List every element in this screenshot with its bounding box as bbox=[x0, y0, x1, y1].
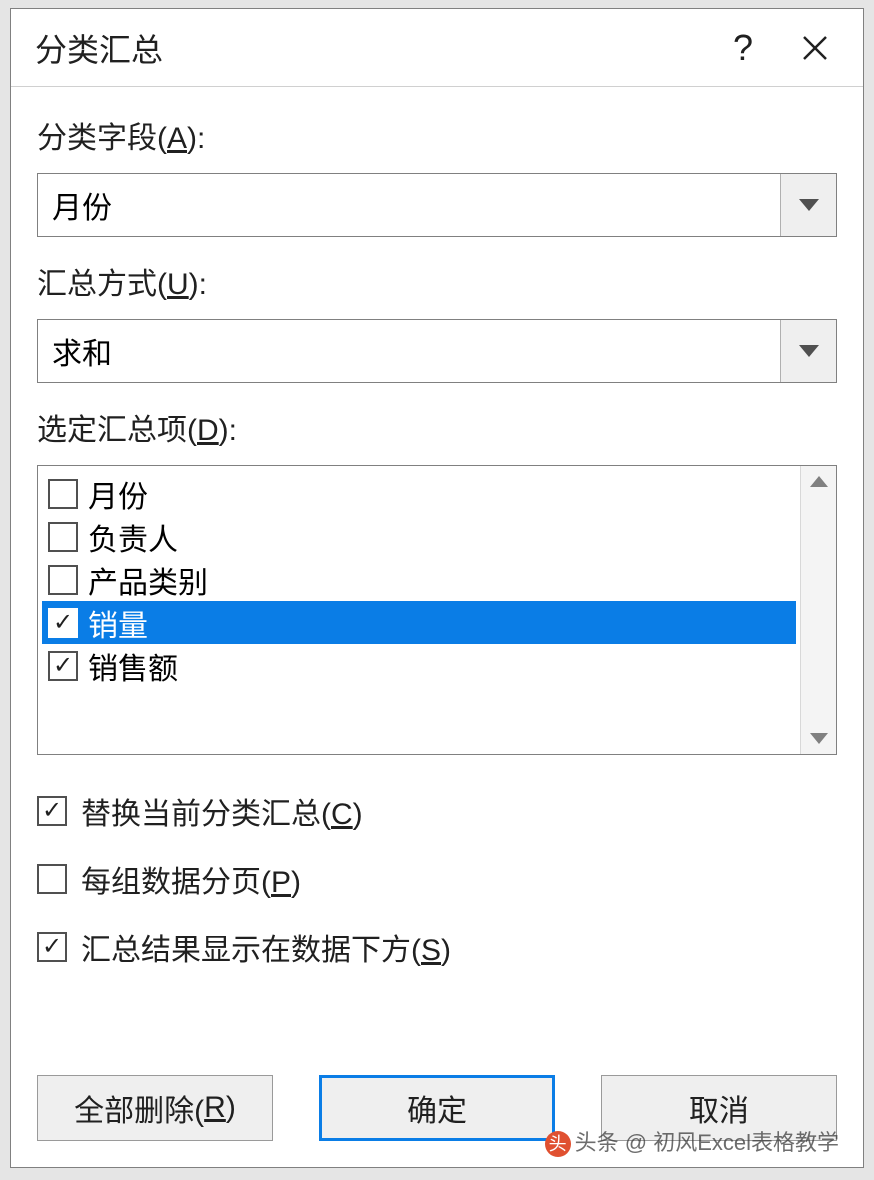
listbox-items: 月份负责人产品类别 ✓ 销量 ✓ 销售额 bbox=[38, 466, 800, 754]
summary-items-listbox[interactable]: 月份负责人产品类别 ✓ 销量 ✓ 销售额 bbox=[37, 465, 837, 755]
list-item[interactable]: 产品类别 bbox=[42, 558, 796, 601]
list-item-label: 负责人 bbox=[88, 515, 178, 559]
watermark-icon: 头 bbox=[545, 1131, 571, 1157]
summary-method-value: 求和 bbox=[38, 320, 780, 382]
list-item[interactable]: 负责人 bbox=[42, 515, 796, 558]
label-text: 选定汇总项( bbox=[37, 414, 197, 447]
accelerator-key: R bbox=[204, 1091, 226, 1125]
dialog-title: 分类汇总 bbox=[35, 25, 707, 71]
accelerator-key: S bbox=[421, 934, 441, 967]
list-item-label: 月份 bbox=[88, 472, 148, 516]
checkbox[interactable] bbox=[37, 864, 67, 894]
list-item-label: 产品类别 bbox=[88, 558, 208, 602]
remove-all-button[interactable]: 全部删除(R) bbox=[37, 1075, 273, 1141]
option-page-break[interactable]: 每组数据分页(P) bbox=[37, 857, 837, 901]
list-item[interactable]: ✓ 销量 bbox=[42, 601, 796, 644]
titlebar: 分类汇总 ? bbox=[11, 9, 863, 87]
group-field-label: 分类字段(A): bbox=[37, 113, 837, 157]
accelerator-key: D bbox=[197, 414, 219, 447]
summary-method-label: 汇总方式(U): bbox=[37, 259, 837, 303]
group-field-dropdown-button[interactable] bbox=[780, 174, 836, 236]
scroll-up-icon bbox=[810, 476, 828, 487]
scroll-down-icon bbox=[810, 733, 828, 744]
checkbox[interactable]: ✓ bbox=[37, 932, 67, 962]
option-label: 每组数据分页(P) bbox=[81, 857, 301, 901]
label-text: ): bbox=[219, 414, 237, 447]
dialog-content: 分类字段(A): 月份 汇总方式(U): 求和 选定汇总项(D): 月份负责人产… bbox=[11, 87, 863, 1013]
scrollbar[interactable] bbox=[800, 466, 836, 754]
label-text: ): bbox=[187, 122, 205, 155]
group-field-combo[interactable]: 月份 bbox=[37, 173, 837, 237]
watermark: 头头条 @ 初风Excel表格教学 bbox=[545, 1125, 839, 1157]
checkbox[interactable]: ✓ bbox=[48, 608, 78, 638]
subtotal-dialog: 分类汇总 ? 分类字段(A): 月份 汇总方式(U): 求和 bbox=[10, 8, 864, 1168]
summary-method-combo[interactable]: 求和 bbox=[37, 319, 837, 383]
option-summary-below[interactable]: ✓ 汇总结果显示在数据下方(S) bbox=[37, 925, 837, 969]
chevron-down-icon bbox=[799, 199, 819, 211]
label-text: 分类字段( bbox=[37, 122, 167, 155]
list-item-label: 销量 bbox=[88, 601, 148, 645]
options-group: ✓ 替换当前分类汇总(C) 每组数据分页(P) ✓ 汇总结果显示在数据下方(S) bbox=[37, 789, 837, 969]
option-replace-subtotals[interactable]: ✓ 替换当前分类汇总(C) bbox=[37, 789, 837, 833]
accelerator-key: C bbox=[331, 798, 353, 831]
label-text: 汇总方式( bbox=[37, 268, 167, 301]
summary-method-dropdown-button[interactable] bbox=[780, 320, 836, 382]
help-button[interactable]: ? bbox=[707, 12, 779, 84]
watermark-text: 头条 @ 初风Excel表格教学 bbox=[575, 1130, 839, 1155]
option-label: 替换当前分类汇总(C) bbox=[81, 789, 363, 833]
summary-items-label: 选定汇总项(D): bbox=[37, 405, 837, 449]
list-item[interactable]: ✓ 销售额 bbox=[42, 644, 796, 687]
checkbox[interactable] bbox=[48, 479, 78, 509]
checkbox[interactable] bbox=[48, 565, 78, 595]
checkbox[interactable]: ✓ bbox=[48, 651, 78, 681]
list-item-label: 销售额 bbox=[88, 644, 178, 688]
option-label: 汇总结果显示在数据下方(S) bbox=[81, 925, 451, 969]
checkbox[interactable]: ✓ bbox=[37, 796, 67, 826]
ok-button[interactable]: 确定 bbox=[319, 1075, 555, 1141]
close-icon bbox=[801, 34, 829, 62]
label-text: ): bbox=[189, 268, 207, 301]
checkbox[interactable] bbox=[48, 522, 78, 552]
group-field-value: 月份 bbox=[38, 174, 780, 236]
list-item[interactable]: 月份 bbox=[42, 472, 796, 515]
accelerator-key: A bbox=[167, 122, 187, 155]
accelerator-key: P bbox=[271, 866, 291, 899]
chevron-down-icon bbox=[799, 345, 819, 357]
close-button[interactable] bbox=[779, 12, 851, 84]
accelerator-key: U bbox=[167, 268, 189, 301]
